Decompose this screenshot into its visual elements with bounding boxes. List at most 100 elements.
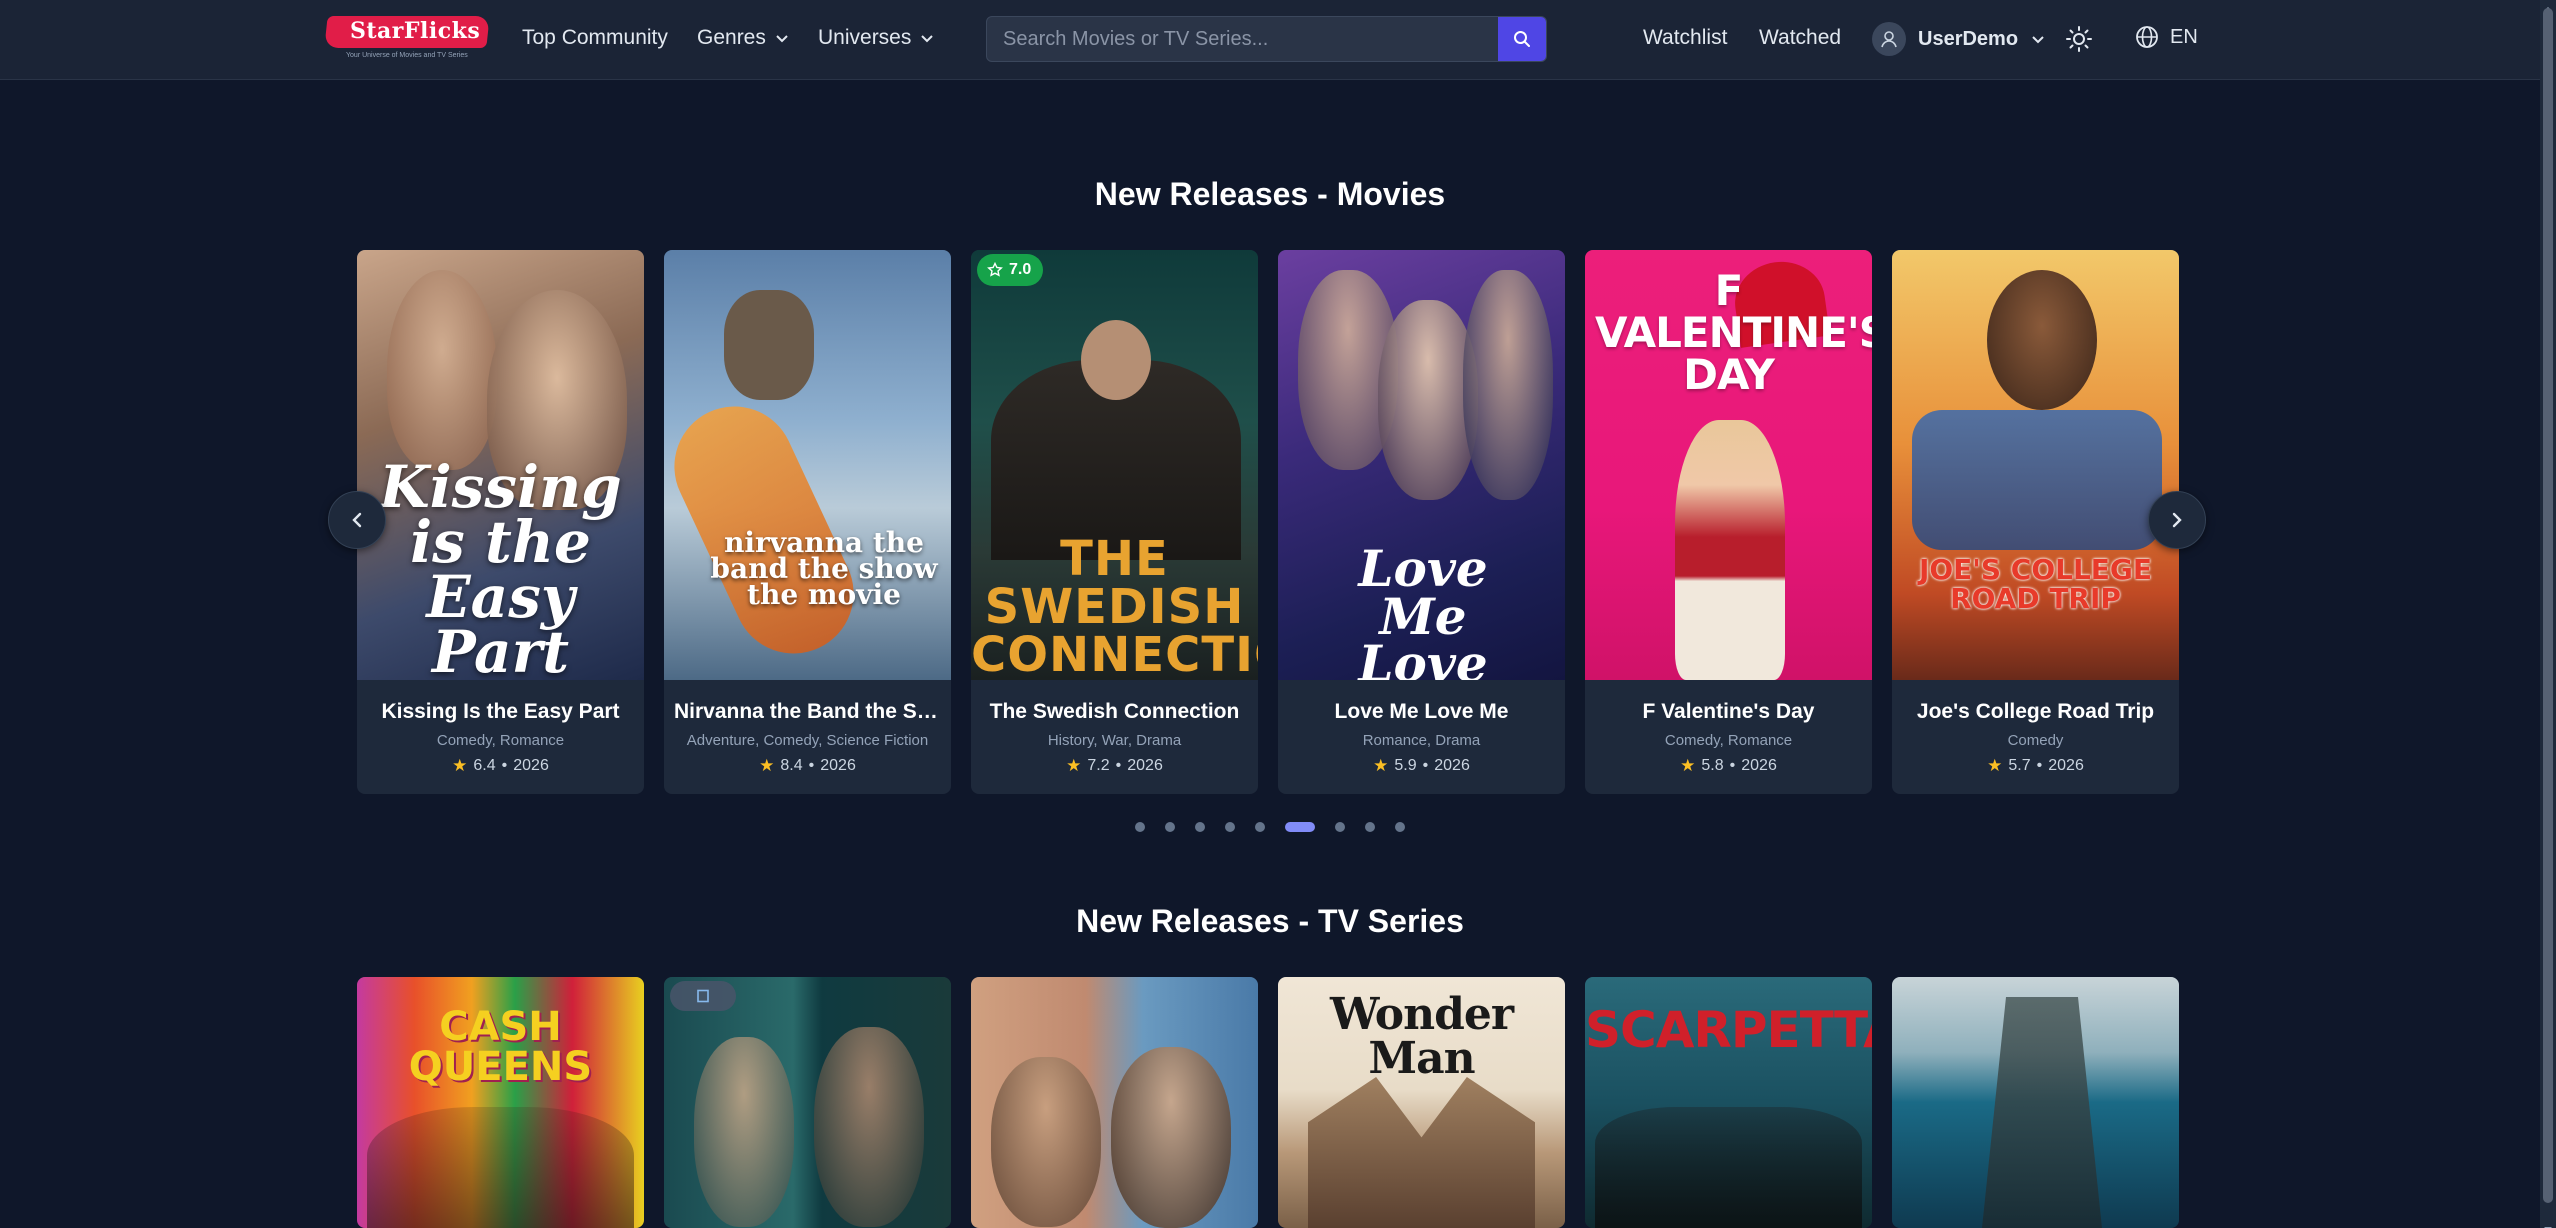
poster-figure — [1111, 1047, 1231, 1228]
movie-genres: Comedy, Romance — [436, 732, 565, 749]
series-card[interactable]: Wonder Man — [1278, 977, 1565, 1228]
carousel-dot[interactable] — [1255, 822, 1265, 832]
series-card[interactable] — [971, 977, 1258, 1228]
movie-meta: ★ 7.2 • 2026 — [971, 756, 1258, 776]
movie-card[interactable]: Love Me Love Me Love Me Love Me Romance,… — [1278, 250, 1565, 794]
chevron-down-icon — [2032, 36, 2044, 44]
poster-figure — [814, 1027, 924, 1227]
movie-card[interactable]: Kissing is the Easy Part Kissing Is the … — [357, 250, 644, 794]
search-button[interactable] — [1498, 17, 1546, 61]
movie-poster: Kissing is the Easy Part — [357, 250, 644, 680]
carousel-dot[interactable] — [1365, 822, 1375, 832]
meta-separator: • — [2036, 757, 2043, 774]
chevron-right-icon — [2172, 512, 2182, 528]
star-icon: ★ — [452, 756, 468, 775]
movie-genres: Comedy, Romance — [1664, 732, 1793, 749]
user-icon — [1881, 31, 1897, 48]
poster-figure — [694, 1037, 794, 1227]
movie-card[interactable]: nirvanna the band the show the movie Nir… — [664, 250, 951, 794]
carousel-dot[interactable] — [1395, 822, 1405, 832]
theme-toggle-button[interactable] — [2064, 24, 2094, 54]
movie-year: 2026 — [820, 757, 856, 774]
movie-title: Love Me Love Me — [1334, 700, 1509, 723]
carousel-dot[interactable] — [1225, 822, 1235, 832]
meta-separator: • — [501, 757, 508, 774]
scrollbar-thumb[interactable] — [2543, 8, 2553, 1203]
star-icon: ★ — [759, 756, 775, 775]
carousel-dot[interactable] — [1165, 822, 1175, 832]
movie-title: Joe's College Road Trip — [1916, 700, 2155, 723]
carousel-prev-button[interactable] — [328, 491, 386, 549]
movie-year: 2026 — [1127, 757, 1163, 774]
nav-genres-dropdown[interactable]: Genres — [697, 26, 790, 50]
series-card[interactable] — [1892, 977, 2179, 1228]
star-icon: ★ — [1373, 756, 1389, 775]
star-icon: ★ — [1680, 756, 1696, 775]
chevron-down-icon — [776, 35, 788, 43]
star-icon: ★ — [1066, 756, 1082, 775]
movie-year: 2026 — [1434, 757, 1470, 774]
series-poster — [1892, 977, 2179, 1228]
movie-card[interactable]: JOE'S COLLEGE ROAD TRIP Joe's College Ro… — [1892, 250, 2179, 794]
poster-title-text: Kissing is the Easy Part — [379, 453, 622, 680]
movie-year: 2026 — [2048, 757, 2084, 774]
language-selector[interactable]: EN — [2134, 24, 2198, 50]
movie-genres: History, War, Drama — [1047, 732, 1182, 749]
card-info: Love Me Love Me Romance, Drama ★ 5.9 • 2… — [1278, 680, 1565, 794]
globe-icon — [2136, 26, 2158, 48]
rating-badge: 7.0 — [977, 254, 1044, 286]
poster-title-text: JOE'S COLLEGE ROAD TRIP — [1918, 553, 2153, 616]
poster-figure — [724, 290, 814, 400]
poster-title-text: Wonder Man — [1329, 989, 1514, 1084]
nav-top-community[interactable]: Top Community — [522, 26, 668, 50]
avatar — [1872, 22, 1906, 56]
movie-title: Nirvanna the Band the Sh... — [674, 700, 941, 723]
movie-year: 2026 — [1741, 757, 1777, 774]
search-input[interactable] — [987, 17, 1499, 61]
movie-poster: nirvanna the band the show the movie — [664, 250, 951, 680]
poster-figure — [1982, 997, 2102, 1228]
language-code: EN — [2170, 25, 2198, 48]
carousel-dot[interactable] — [1135, 822, 1145, 832]
nav-universes-label: Universes — [818, 26, 912, 49]
series-card[interactable] — [664, 977, 951, 1228]
site-logo[interactable]: StarFlicks Your Universe of Movies and T… — [324, 14, 490, 62]
card-info: Joe's College Road Trip Comedy ★ 5.7 • 2… — [1892, 680, 2179, 794]
meta-separator: • — [1729, 757, 1736, 774]
movie-title: F Valentine's Day — [1642, 700, 1815, 723]
card-info: Nirvanna the Band the Sh... Adventure, C… — [664, 680, 951, 794]
carousel-dot-active[interactable] — [1285, 822, 1315, 832]
movie-year: 2026 — [513, 757, 549, 774]
poster-figure — [991, 1057, 1101, 1227]
carousel-next-button[interactable] — [2148, 491, 2206, 549]
nav-universes-dropdown[interactable]: Universes — [818, 26, 935, 50]
scroll-up-arrow[interactable] — [2543, 0, 2553, 11]
movie-card[interactable]: F VALENTINE'S DAY F Valentine's Day Come… — [1585, 250, 1872, 794]
scroll-down-arrow[interactable] — [2543, 1220, 2553, 1228]
poster-title-text: THE SWEDISH CONNECTION — [971, 531, 1258, 680]
series-section-title: New Releases - TV Series — [1076, 903, 1464, 939]
poster-figure — [387, 270, 497, 470]
series-carousel: CASH QUEENS Wonder Man SCARPETTA — [357, 977, 2179, 1228]
user-menu[interactable]: UserDemo — [1872, 22, 2046, 56]
movie-meta: ★ 6.4 • 2026 — [357, 756, 644, 776]
series-card[interactable]: CASH QUEENS — [357, 977, 644, 1228]
poster-figure — [1595, 1107, 1862, 1228]
nav-watchlist[interactable]: Watchlist — [1643, 26, 1727, 50]
movie-rating: 6.4 — [473, 757, 496, 774]
series-card[interactable]: SCARPETTA — [1585, 977, 1872, 1228]
rating-badge-value: 7.0 — [1009, 261, 1032, 278]
poster-figure — [1463, 270, 1553, 500]
movie-rating: 5.8 — [1701, 757, 1724, 774]
movie-title: The Swedish Connection — [989, 700, 1240, 723]
carousel-dot[interactable] — [1195, 822, 1205, 832]
watchlist-badge[interactable] — [670, 981, 736, 1011]
movie-card[interactable]: THE SWEDISH CONNECTION 7.0 The Swedish C… — [971, 250, 1258, 794]
card-info: F Valentine's Day Comedy, Romance ★ 5.8 … — [1585, 680, 1872, 794]
movie-genres: Romance, Drama — [1362, 732, 1481, 749]
search-bar — [986, 16, 1547, 62]
nav-watched[interactable]: Watched — [1759, 26, 1841, 50]
carousel-dot[interactable] — [1335, 822, 1345, 832]
carousel-pagination — [0, 820, 2540, 834]
page-scrollbar[interactable] — [2540, 0, 2556, 1228]
